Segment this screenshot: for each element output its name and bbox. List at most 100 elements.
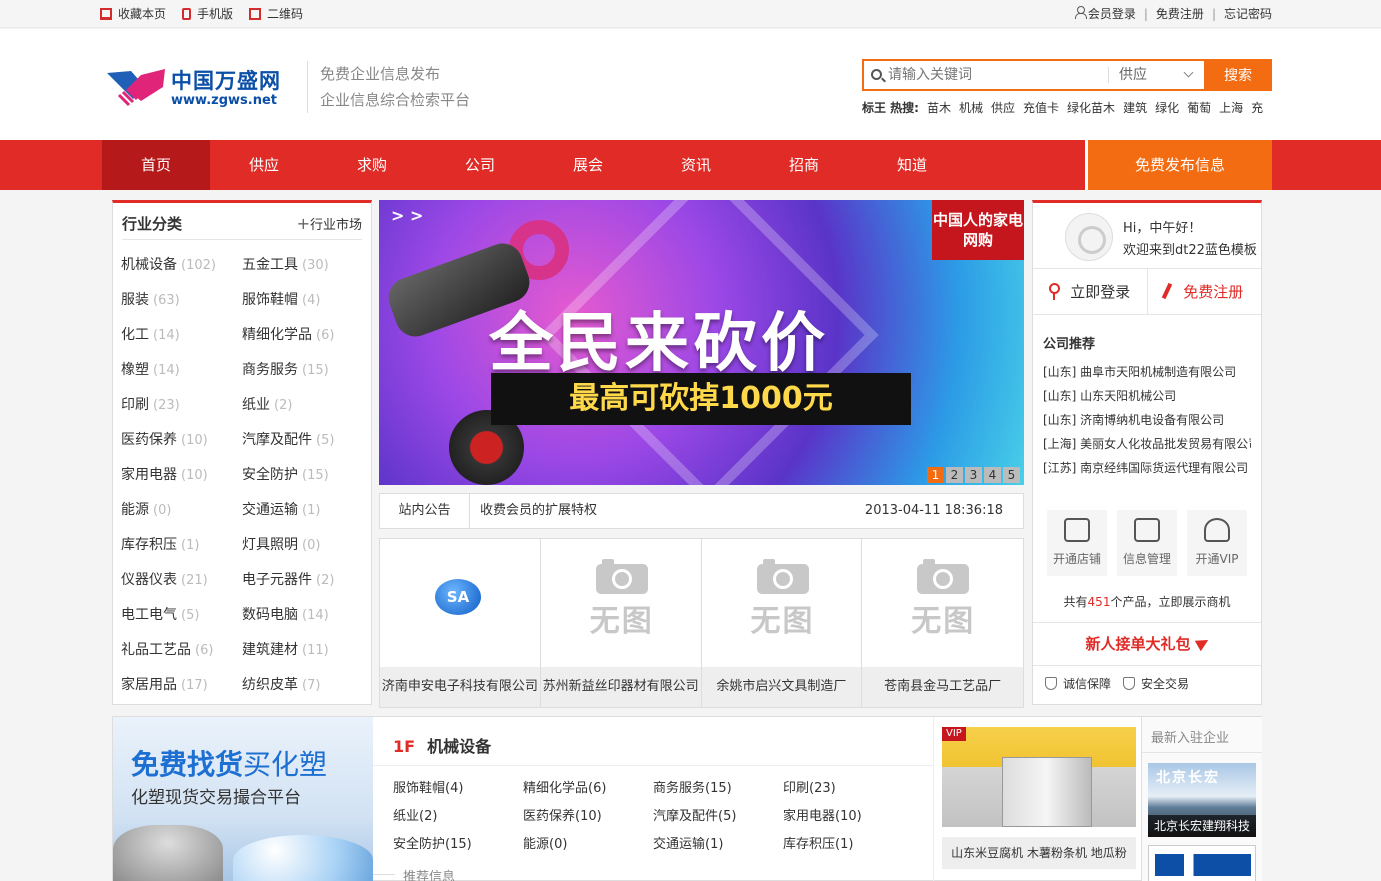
nav-home[interactable]: 首页	[102, 140, 210, 190]
category-item[interactable]: 机械设备 (102)	[121, 248, 242, 283]
category-item[interactable]: 交通运输 (1)	[242, 493, 363, 528]
bookmark-link[interactable]: 收藏本页	[100, 5, 166, 22]
company-name[interactable]: 余姚市启兴文具制造厂	[701, 667, 862, 707]
industry-market-link[interactable]: +行业市场	[297, 214, 362, 233]
category-item[interactable]: 家用电器 (10)	[121, 458, 242, 493]
hot-word[interactable]: 上海	[1219, 99, 1243, 116]
hot-word[interactable]: 充值卡	[1023, 99, 1059, 116]
banner-dot[interactable]: 5	[1003, 467, 1020, 483]
floor-link[interactable]: 库存积压(1)	[783, 831, 913, 859]
promo-banner[interactable]: > > 全民来砍价 最高可砍掉1000元 中国人的家电网购 12345	[379, 200, 1024, 485]
category-item[interactable]: 医药保养 (10)	[121, 423, 242, 458]
company-name[interactable]: 苏州新益丝印器材有限公司	[540, 667, 701, 707]
floor-link[interactable]: 家用电器(10)	[783, 803, 913, 831]
category-item[interactable]: 数码电脑 (14)	[242, 598, 363, 633]
open-shop-button[interactable]: 开通店铺	[1047, 510, 1107, 576]
company-card[interactable]: 无图 苏州新益丝印器材有限公司	[540, 539, 702, 707]
company-name[interactable]: 济南申安电子科技有限公司	[380, 667, 540, 707]
category-item[interactable]: 精细化学品 (6)	[242, 318, 363, 353]
floor-link[interactable]: 精细化学品(6)	[523, 775, 653, 803]
category-item[interactable]: 商务服务 (15)	[242, 353, 363, 388]
nav-exhibition[interactable]: 展会	[534, 140, 642, 190]
category-item[interactable]: 纺织皮革 (7)	[242, 668, 363, 703]
recommend-item[interactable]: [山东] 济南博纳机电设备有限公司	[1043, 408, 1251, 432]
category-item[interactable]: 橡塑 (14)	[121, 353, 242, 388]
hot-word[interactable]: 葡萄	[1187, 99, 1211, 116]
category-item[interactable]: 仪器仪表 (21)	[121, 563, 242, 598]
banner-dot[interactable]: 4	[984, 467, 1001, 483]
category-item[interactable]: 库存积压 (1)	[121, 528, 242, 563]
hot-word[interactable]: 充	[1251, 99, 1263, 116]
category-item[interactable]: 家居用品 (17)	[121, 668, 242, 703]
company-card[interactable]: 无图 余姚市启兴文具制造厂	[701, 539, 863, 707]
category-item[interactable]: 汽摩及配件 (5)	[242, 423, 363, 458]
company-card[interactable]: 无图 苍南县金马工艺品厂	[862, 539, 1023, 707]
new-company-card[interactable]: 北京长宏 北京长宏建翔科技	[1148, 763, 1256, 837]
nav-company[interactable]: 公司	[426, 140, 534, 190]
category-item[interactable]: 电子元器件 (2)	[242, 563, 363, 598]
qrcode-link[interactable]: 二维码	[249, 5, 303, 22]
product-title[interactable]: 山东米豆腐机 木薯粉条机 地瓜粉	[942, 837, 1136, 869]
product-count[interactable]: 共有451个产品，立即展示商机	[1033, 593, 1261, 610]
nav-supply[interactable]: 供应	[210, 140, 318, 190]
banner-dot[interactable]: 1	[927, 467, 944, 483]
floor-link[interactable]: 交通运输(1)	[653, 831, 783, 859]
free-register-link[interactable]: 免费注册	[1156, 5, 1204, 22]
floor-link[interactable]: 能源(0)	[523, 831, 653, 859]
forgot-password-link[interactable]: 忘记密码	[1224, 5, 1272, 22]
info-manage-button[interactable]: 信息管理	[1117, 510, 1177, 576]
login-button[interactable]: 立即登录	[1033, 269, 1148, 314]
newbie-gift-link[interactable]: 新人接单大礼包	[1033, 622, 1261, 666]
nav-know[interactable]: 知道	[858, 140, 966, 190]
category-item[interactable]: 建筑建材 (11)	[242, 633, 363, 668]
recommend-item[interactable]: [上海] 美丽女人化妆品批发贸易有限公司	[1043, 432, 1251, 456]
category-item[interactable]: 电工电气 (5)	[121, 598, 242, 633]
nav-buy[interactable]: 求购	[318, 140, 426, 190]
site-logo[interactable]: 中国万盛网 www.zgws.net	[105, 63, 295, 113]
search-input[interactable]	[864, 61, 1108, 89]
hot-word[interactable]: 绿化苗木	[1067, 99, 1115, 116]
member-login-link[interactable]: 会员登录	[1074, 5, 1136, 22]
floor-link[interactable]: 医药保养(10)	[523, 803, 653, 831]
mobile-link[interactable]: 手机版	[182, 5, 233, 22]
vip-product[interactable]: VIP 山东米豆腐机 木薯粉条机 地瓜粉	[933, 717, 1141, 881]
category-item[interactable]: 化工 (14)	[121, 318, 242, 353]
floor-link[interactable]: 印刷(23)	[783, 775, 913, 803]
floor-link[interactable]: 商务服务(15)	[653, 775, 783, 803]
recommend-item[interactable]: [江苏] 南京经纬国际货运代理有限公司	[1043, 456, 1251, 480]
floor-link[interactable]: 汽摩及配件(5)	[653, 803, 783, 831]
category-item[interactable]: 能源 (0)	[121, 493, 242, 528]
nav-invest[interactable]: 招商	[750, 140, 858, 190]
nav-news[interactable]: 资讯	[642, 140, 750, 190]
new-company-card[interactable]	[1148, 845, 1256, 881]
open-vip-button[interactable]: 开通VIP	[1187, 510, 1247, 576]
category-item[interactable]: 纸业 (2)	[242, 388, 363, 423]
hot-word[interactable]: 供应	[991, 99, 1015, 116]
hot-word[interactable]: 绿化	[1155, 99, 1179, 116]
floor-link[interactable]: 纸业(2)	[393, 803, 523, 831]
category-item[interactable]: 服装 (63)	[121, 283, 242, 318]
hot-word[interactable]: 建筑	[1123, 99, 1147, 116]
banner-dot[interactable]: 3	[965, 467, 982, 483]
category-item[interactable]: 服饰鞋帽 (4)	[242, 283, 363, 318]
floor-link[interactable]: 服饰鞋帽(4)	[393, 775, 523, 803]
floor-link[interactable]: 安全防护(15)	[393, 831, 523, 859]
company-card[interactable]: SA 济南申安电子科技有限公司	[380, 539, 541, 707]
free-publish-button[interactable]: 免费发布信息	[1085, 140, 1272, 190]
notice-link[interactable]: 收费会员的扩展特权	[480, 494, 597, 528]
category-item[interactable]: 印刷 (23)	[121, 388, 242, 423]
category-item[interactable]: 安全防护 (15)	[242, 458, 363, 493]
hot-word[interactable]: 苗木	[927, 99, 951, 116]
category-item[interactable]: 灯具照明 (0)	[242, 528, 363, 563]
recommend-item[interactable]: [山东] 山东天阳机械公司	[1043, 384, 1251, 408]
category-item[interactable]: 礼品工艺品 (6)	[121, 633, 242, 668]
hot-word[interactable]: 机械	[959, 99, 983, 116]
register-button[interactable]: 免费注册	[1148, 269, 1262, 314]
category-item[interactable]: 五金工具 (30)	[242, 248, 363, 283]
banner-dot[interactable]: 2	[946, 467, 963, 483]
search-type-select[interactable]: 供应	[1108, 67, 1204, 83]
search-button[interactable]: 搜索	[1204, 59, 1272, 91]
company-name[interactable]: 苍南县金马工艺品厂	[862, 667, 1023, 707]
floor-ad[interactable]: 免费找货买化塑 化塑现货交易撮合平台	[113, 717, 373, 881]
recommend-item[interactable]: [山东] 曲阜市天阳机械制造有限公司	[1043, 360, 1251, 384]
